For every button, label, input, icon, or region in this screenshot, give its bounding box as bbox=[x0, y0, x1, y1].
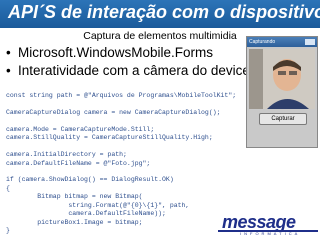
capture-button[interactable]: Capturar bbox=[259, 113, 307, 125]
slide-title-bar: API´S de interação com o dispositivo bbox=[0, 0, 320, 28]
bullet-list: • Microsoft.WindowsMobile.Forms • Interati… bbox=[6, 44, 250, 80]
code-block: const string path = @"Arquivos de Progra… bbox=[6, 84, 236, 240]
code-line: camera.Mode = CameraCaptureMode.Still; bbox=[6, 126, 155, 134]
code-line: Bitmap bitmap = new Bitmap( bbox=[6, 193, 143, 201]
bullet-dot-icon: • bbox=[6, 63, 11, 78]
status-icon bbox=[305, 39, 315, 45]
code-line: pictureBox1.Image = bitmap; bbox=[6, 218, 143, 226]
bullet-text: Interatividade com a câmera do device bbox=[18, 63, 250, 78]
code-line: camera.DefaultFileName)); bbox=[6, 210, 166, 218]
camera-preview bbox=[249, 49, 315, 109]
message-logo: message INFORMATICA bbox=[218, 212, 318, 238]
bullet-text: Microsoft.WindowsMobile.Forms bbox=[18, 45, 214, 60]
bullet-item: • Interatividade com a câmera do device bbox=[6, 62, 250, 80]
device-window-title: Capturando bbox=[249, 39, 276, 45]
bullet-item: • Microsoft.WindowsMobile.Forms bbox=[6, 44, 250, 62]
code-line: CameraCaptureDialog camera = new CameraC… bbox=[6, 109, 221, 117]
code-line: const string path = @"Arquivos de Progra… bbox=[6, 92, 237, 100]
code-line: string.Format(@"{0}\{1}", path, bbox=[6, 201, 190, 209]
bullet-dot-icon: • bbox=[6, 45, 11, 60]
person-photo-icon bbox=[249, 49, 315, 109]
code-line: } bbox=[6, 226, 10, 234]
code-line: { bbox=[6, 184, 10, 192]
logo-tagline: INFORMATICA bbox=[240, 231, 301, 236]
code-line: if (camera.ShowDialog() == DialogResult.… bbox=[6, 176, 174, 184]
code-line: camera.DefaultFileName = @"Foto.jpg"; bbox=[6, 159, 151, 167]
device-screenshot: Capturando Capturar bbox=[246, 36, 318, 148]
slide-title: API´S de interação com o dispositivo bbox=[8, 2, 320, 22]
code-line: camera.StillQuality = CameraCaptureStill… bbox=[6, 134, 213, 142]
code-line: camera.InitialDirectory = path; bbox=[6, 151, 127, 159]
